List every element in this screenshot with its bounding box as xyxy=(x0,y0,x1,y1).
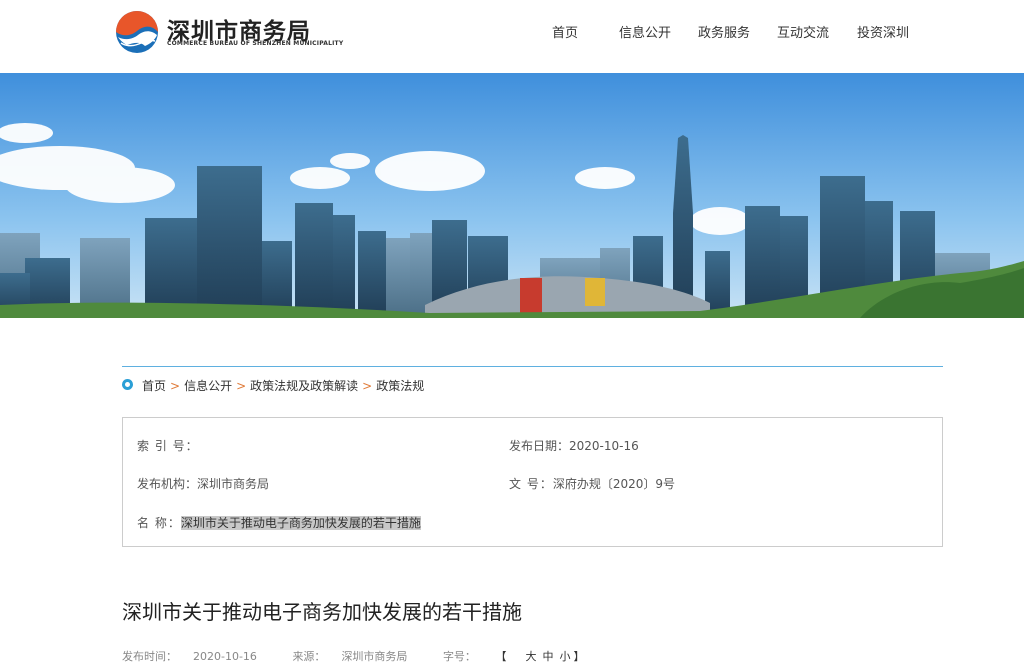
document-number-row: 文 号：深府办规〔2020〕9号 xyxy=(509,475,675,492)
bracket-open: 【 xyxy=(495,650,507,663)
publish-date-row: 发布日期：2020-10-16 xyxy=(509,437,639,454)
breadcrumb-policy-regulations[interactable]: 政策法规 xyxy=(376,379,424,393)
article-title: 深圳市关于推动电子商务加快发展的若干措施 xyxy=(122,600,522,624)
breadcrumb: 首页 > 信息公开 > 政策法规及政策解读 > 政策法规 xyxy=(122,366,943,403)
breadcrumb-policy-interpretation[interactable]: 政策法规及政策解读 xyxy=(250,379,358,393)
breadcrumb-separator: > xyxy=(362,379,373,393)
document-number-label: 文 号： xyxy=(509,477,553,491)
nav-invest-shenzhen[interactable]: 投资深圳 xyxy=(857,22,909,41)
publisher-value: 深圳市商务局 xyxy=(197,477,270,491)
index-number-row: 索 引 号： xyxy=(137,437,199,454)
publish-time-label: 发布时间： xyxy=(122,650,177,663)
city-skyline-banner xyxy=(0,73,1024,318)
article-source: 来源： 深圳市商务局 xyxy=(292,650,423,663)
source-label: 来源： xyxy=(292,650,326,663)
article-meta: 发布时间： 2020-10-16 来源： 深圳市商务局 字号： 【 大中小】 xyxy=(122,648,632,664)
breadcrumb-separator: > xyxy=(170,379,181,393)
font-size-small[interactable]: 小 xyxy=(559,650,570,663)
site-header: 深圳市商务局 COMMERCE BUREAU OF SHENZHEN MUNIC… xyxy=(0,0,1024,73)
breadcrumb-home[interactable]: 首页 xyxy=(142,379,166,393)
breadcrumb-separator: > xyxy=(236,379,247,393)
publish-date-label: 发布日期： xyxy=(509,439,570,453)
document-name-label: 名 称： xyxy=(137,516,181,530)
breadcrumb-info-disclosure[interactable]: 信息公开 xyxy=(184,379,232,393)
breadcrumb-items: 首页 > 信息公开 > 政策法规及政策解读 > 政策法规 xyxy=(142,377,424,394)
publisher-label: 发布机构： xyxy=(137,477,198,491)
nav-info-disclosure[interactable]: 信息公开 xyxy=(619,22,671,41)
publish-time-value: 2020-10-16 xyxy=(193,650,257,663)
nav-home[interactable]: 首页 xyxy=(552,22,578,41)
font-size-large[interactable]: 大 xyxy=(525,650,536,663)
publish-date-value: 2020-10-16 xyxy=(569,439,639,453)
publish-time: 发布时间： 2020-10-16 xyxy=(122,650,273,663)
document-name-value: 深圳市关于推动电子商务加快发展的若干措施 xyxy=(180,516,421,530)
source-value: 深圳市商务局 xyxy=(341,650,408,663)
font-size-options: 【 大中小】 xyxy=(495,650,600,663)
document-info-box: 索 引 号： 发布日期：2020-10-16 发布机构：深圳市商务局 文 号：深… xyxy=(122,417,943,547)
font-size-medium[interactable]: 中 xyxy=(542,650,553,663)
document-number-value: 深府办规〔2020〕9号 xyxy=(552,477,676,491)
font-size-control: 字号： 【 大中小】 xyxy=(443,650,617,663)
bracket-close: 】 xyxy=(573,650,585,663)
nav-gov-services[interactable]: 政务服务 xyxy=(698,22,750,41)
publisher-row: 发布机构：深圳市商务局 xyxy=(137,475,269,492)
location-dot-icon xyxy=(122,379,133,390)
nav-interaction[interactable]: 互动交流 xyxy=(777,22,829,41)
document-name-row: 名 称：深圳市关于推动电子商务加快发展的若干措施 xyxy=(137,514,421,531)
skyline-image xyxy=(0,73,1024,318)
font-size-label: 字号： xyxy=(442,650,476,663)
main-nav: 首页 信息公开 政务服务 互动交流 投资深圳 xyxy=(0,22,1024,42)
index-number-label: 索 引 号： xyxy=(137,439,199,453)
